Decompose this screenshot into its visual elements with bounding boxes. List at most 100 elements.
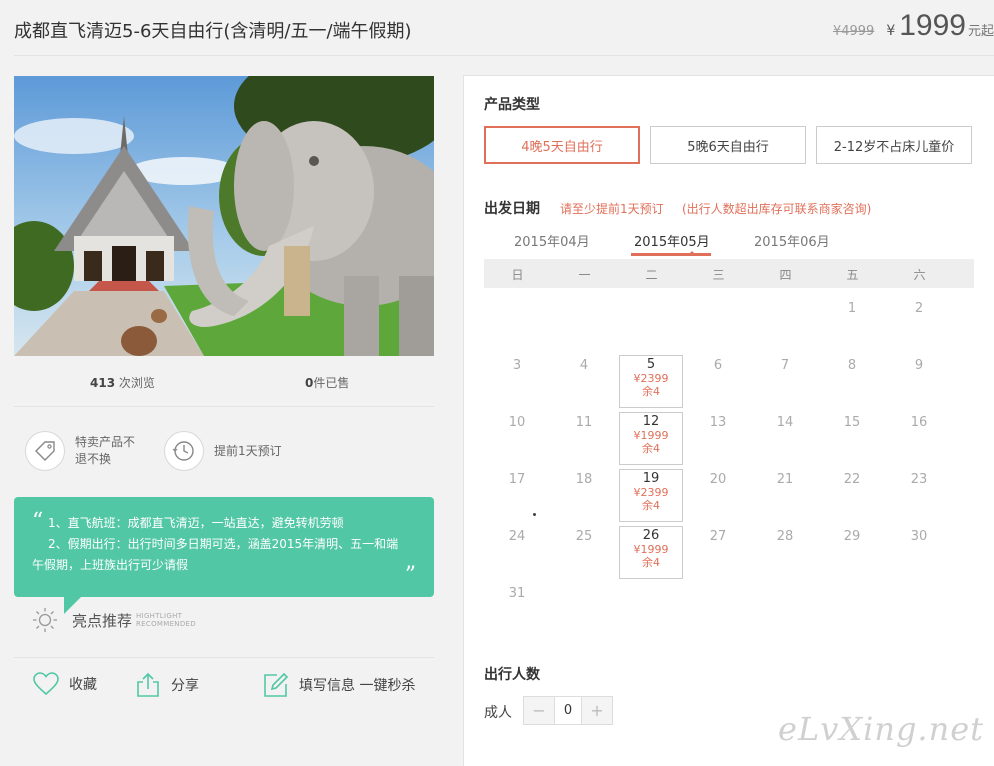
day-number: 27 (709, 529, 727, 544)
day-price: ¥1999 (633, 429, 669, 442)
calendar-day: 3 (485, 355, 549, 408)
dot-marker (533, 513, 536, 516)
day-number: 29 (843, 529, 861, 544)
day-number: 28 (776, 529, 794, 544)
product-type-title: 产品类型 (484, 97, 540, 113)
day-number: 20 (709, 472, 727, 487)
weekday-header: 日一二三四五六 (484, 259, 974, 288)
highlight-title: 亮点推荐 (72, 611, 133, 630)
calendar-day: 27 (686, 526, 750, 579)
advance-notice: 请至少提前1天预订 (560, 202, 664, 216)
product-photo (14, 76, 434, 356)
favorite-button[interactable]: 收藏 (33, 672, 97, 696)
weekday-label: 五 (846, 268, 859, 282)
increment-button[interactable]: + (582, 697, 612, 724)
divider (14, 406, 434, 407)
heart-icon (33, 672, 59, 696)
month-tabs: 2015年04月 2015年05月 2015年06月 (484, 231, 974, 257)
day-number: 5 (646, 357, 656, 372)
calendar-day: 21 (753, 469, 817, 522)
calendar-day: 29 (820, 526, 884, 579)
adult-label: 成人 (484, 705, 512, 721)
calendar-day-available[interactable]: 26 ¥1999 余4 (619, 526, 683, 579)
share-button[interactable]: 分享 (135, 672, 199, 698)
calendar-day: 9 (887, 355, 951, 408)
adult-count[interactable]: 0 (554, 697, 582, 724)
calendar-day: 18 (552, 469, 616, 522)
type-option-4n5d[interactable]: 4晚5天自由行 (484, 126, 640, 164)
day-number: 4 (579, 358, 589, 373)
share-label: 分享 (171, 678, 199, 694)
stock-notice: (出行人数超出库存可联系商家咨询) (682, 202, 872, 216)
day-number: 30 (910, 529, 928, 544)
day-number: 24 (508, 529, 526, 544)
highlight-line: 1、直飞航班：成都直飞清迈，一站直达，避免转机劳顿 (48, 516, 344, 530)
feature-label: 特卖产品不退不换 (75, 435, 136, 466)
calendar-day: 25 (552, 526, 616, 579)
day-number: 26 (642, 528, 660, 543)
day-number: 19 (642, 471, 660, 486)
decrement-button[interactable]: − (524, 697, 554, 724)
day-stock: 余4 (642, 499, 660, 512)
calendar-day: 1 (820, 298, 884, 351)
tab-month-may[interactable]: 2015年05月 (634, 231, 710, 250)
edit-icon (264, 672, 289, 697)
calendar-day: 30 (887, 526, 951, 579)
weekday-label: 一 (578, 268, 591, 282)
favorite-label: 收藏 (69, 677, 97, 693)
sale-price: 1999 (899, 9, 966, 42)
day-number: 11 (575, 415, 593, 430)
site-watermark: eLvXing.net (778, 710, 984, 748)
view-count: 413 次浏览 (90, 376, 155, 390)
type-option-child[interactable]: 2-12岁不占床儿童价 (816, 126, 972, 164)
day-number: 31 (508, 586, 526, 601)
travelers-title: 出行人数 (484, 667, 540, 683)
adult-quantity-stepper: − 0 + (523, 696, 613, 725)
day-number: 13 (709, 415, 727, 430)
day-number: 18 (575, 472, 593, 487)
day-number: 8 (847, 358, 857, 373)
fill-info-button[interactable]: 填写信息 一键秒杀 (263, 672, 415, 698)
day-number: 1 (847, 301, 857, 316)
tab-month-jun[interactable]: 2015年06月 (754, 231, 830, 250)
calendar-day: 31 (485, 583, 549, 636)
day-number: 16 (910, 415, 928, 430)
calendar-day: 20 (686, 469, 750, 522)
calendar-day: 23 (887, 469, 951, 522)
day-number: 2 (914, 301, 924, 316)
weekday-label: 二 (645, 268, 658, 282)
day-number: 25 (575, 529, 593, 544)
calendar-day-available[interactable]: 12 ¥1999 余4 (619, 412, 683, 465)
day-stock: 余4 (642, 385, 660, 398)
calendar-day: 4 (552, 355, 616, 408)
day-number: 22 (843, 472, 861, 487)
feature-book-ahead: 提前1天预订 (164, 431, 282, 471)
caret-up-icon (688, 251, 696, 255)
calendar-day: 15 (820, 412, 884, 465)
highlight-bubble: “ 1、直飞航班：成都直飞清迈，一站直达，避免转机劳顿 2、假期出行：出行时间多… (14, 497, 434, 597)
active-tab-indicator (631, 253, 711, 256)
tab-month-apr[interactable]: 2015年04月 (514, 231, 590, 250)
share-icon (137, 672, 159, 697)
feature-no-refund: 特卖产品不退不换 (25, 431, 143, 471)
divider (14, 55, 994, 56)
calendar-day-available[interactable]: 19 ¥2399 余4 (619, 469, 683, 522)
calendar-day: 11 (552, 412, 616, 465)
day-number: 12 (642, 414, 660, 429)
day-number: 10 (508, 415, 526, 430)
calendar-day: 17 (485, 469, 549, 522)
weekday-label: 三 (712, 268, 725, 282)
highlight-subtitle: HIGHTLIGHT RECOMMENDED (136, 612, 196, 628)
calendar-day-available[interactable]: 5 ¥2399 余4 (619, 355, 683, 408)
highlight-heading: 亮点推荐 HIGHTLIGHT RECOMMENDED (32, 607, 196, 633)
booking-panel: 产品类型 4晚5天自由行 5晚6天自由行 2-12岁不占床儿童价 出发日期 请至… (463, 75, 994, 766)
day-price: ¥1999 (633, 543, 669, 556)
clock-icon (164, 431, 204, 471)
departure-date-title: 出发日期 (484, 201, 540, 217)
day-stock: 余4 (642, 556, 660, 569)
type-option-5n6d[interactable]: 5晚6天自由行 (650, 126, 806, 164)
original-price: ¥4999 (832, 24, 875, 39)
fill-info-label: 填写信息 一键秒杀 (299, 678, 416, 694)
highlight-line: 午假期，上班族出行可少请假 (32, 558, 189, 572)
day-number: 9 (914, 358, 924, 373)
